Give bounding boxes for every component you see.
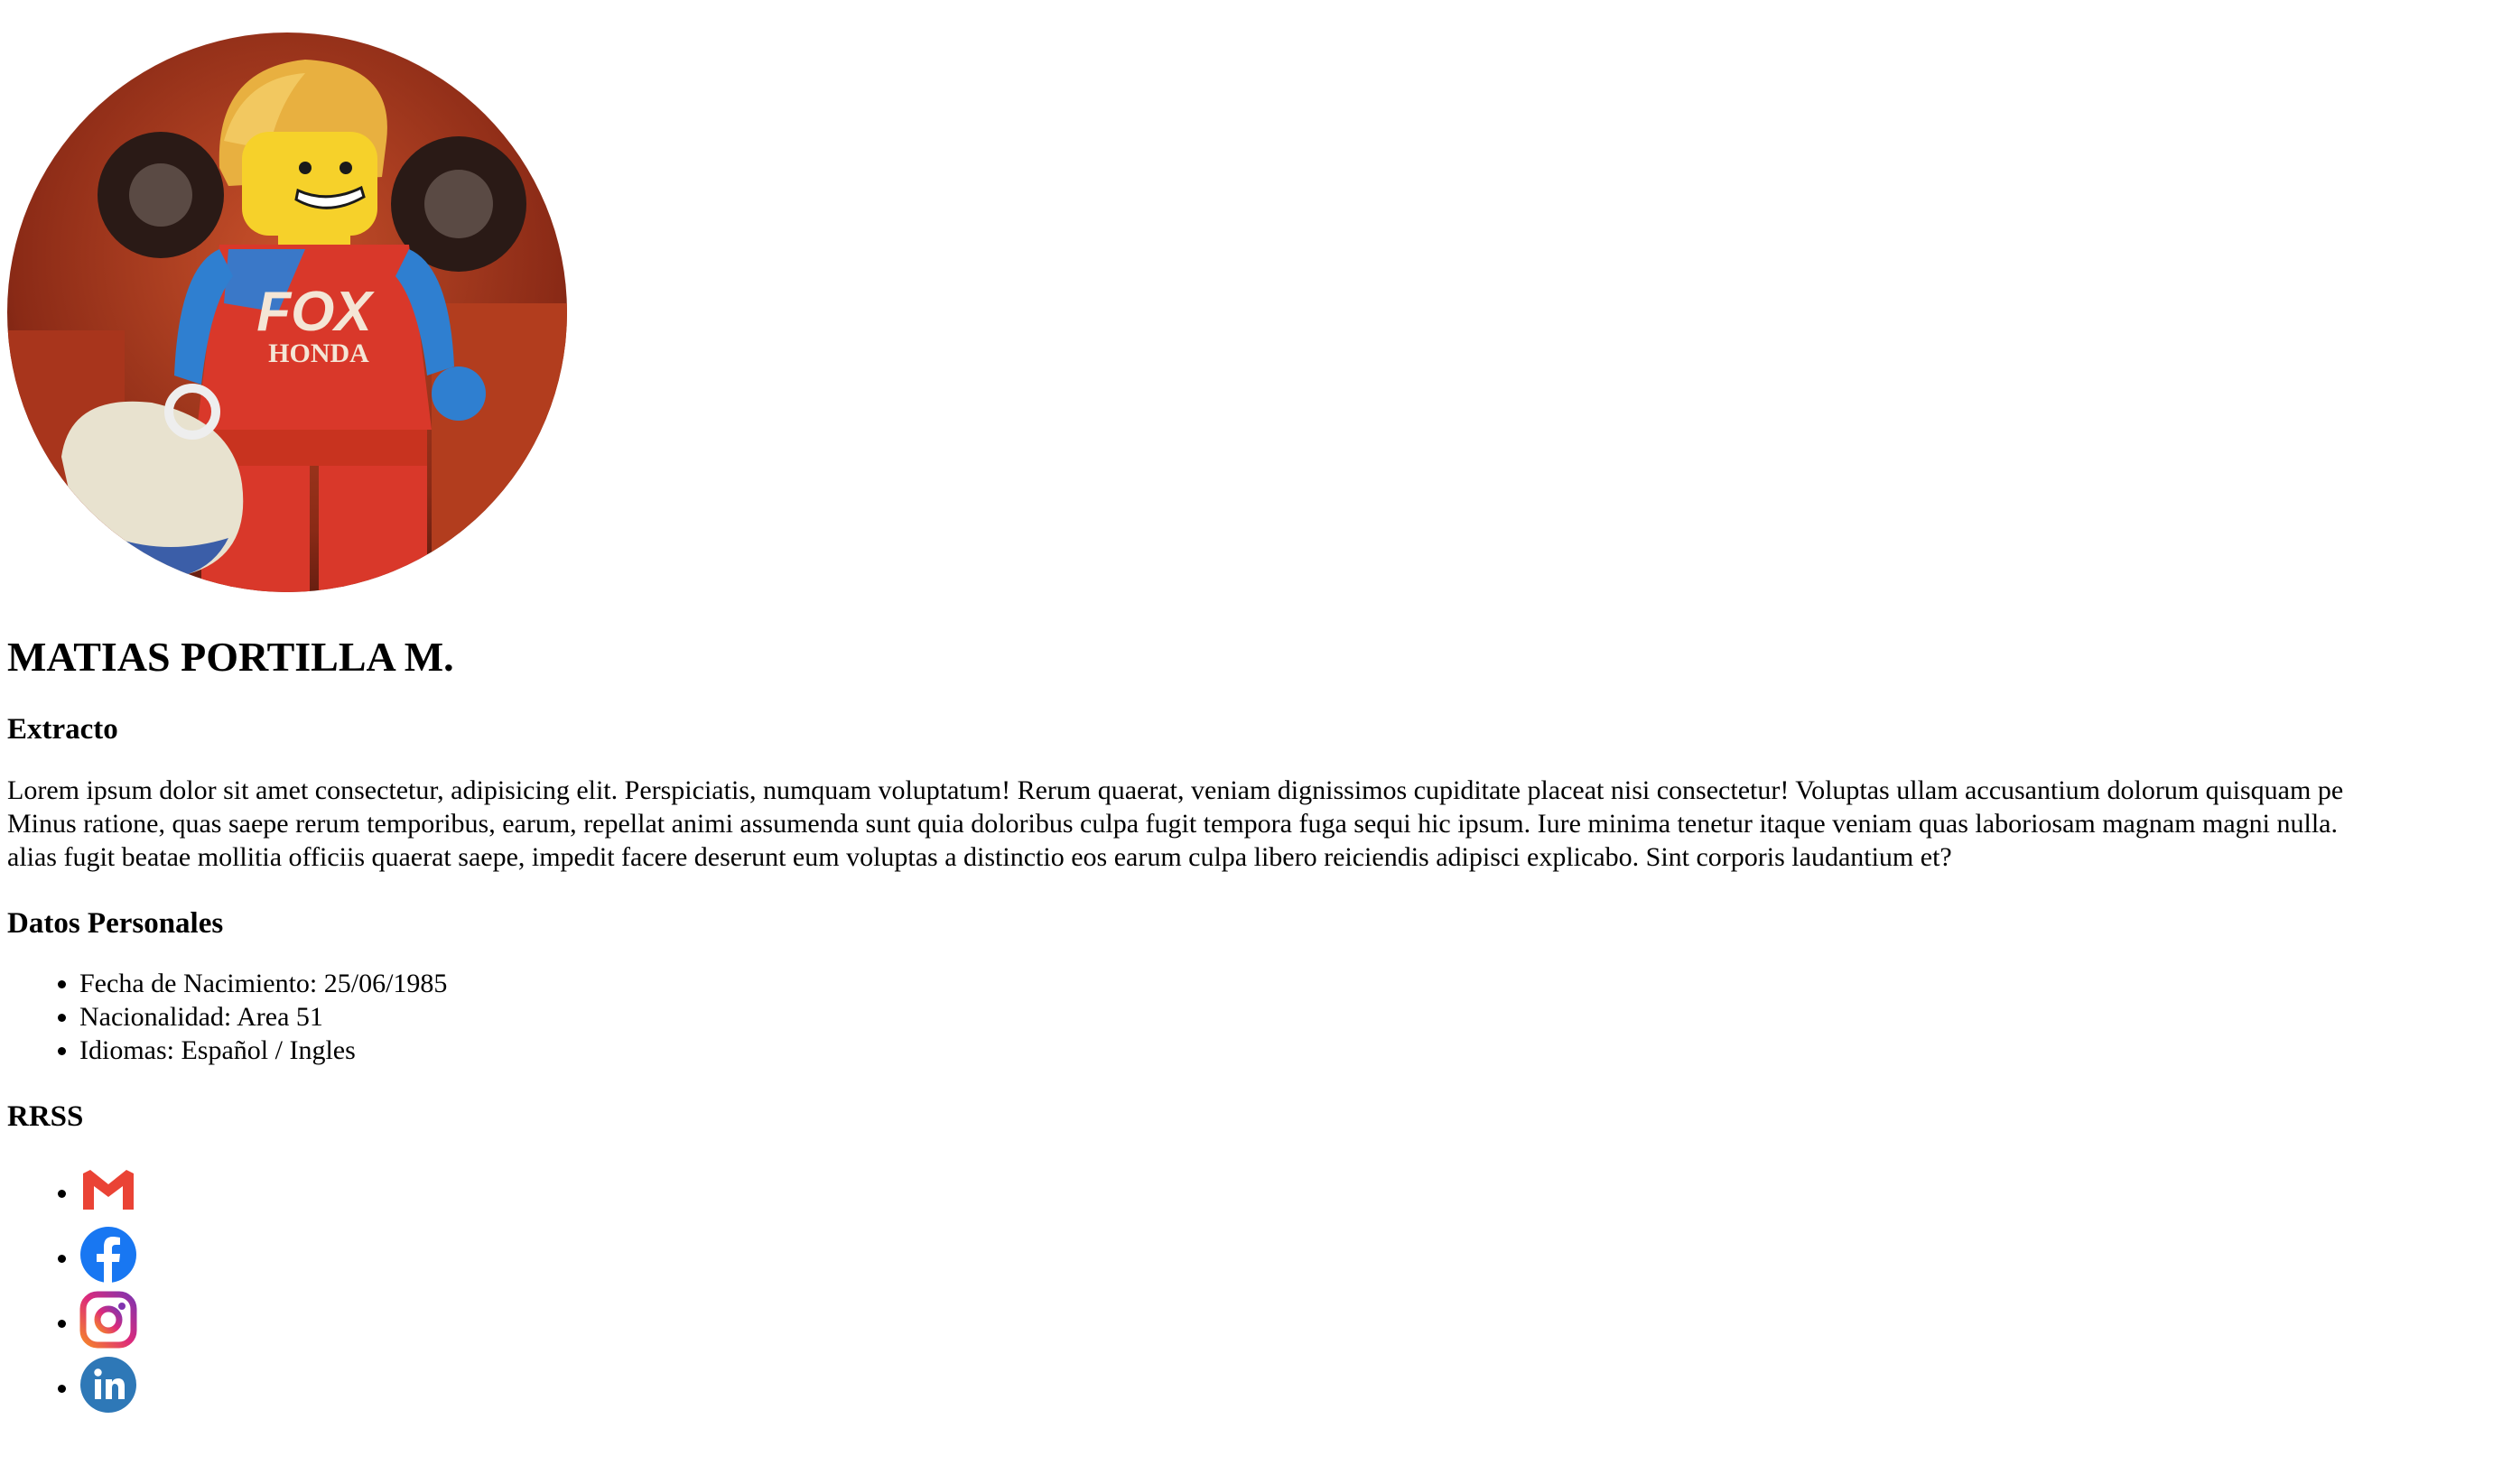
gmail-icon[interactable] xyxy=(79,1161,137,1219)
profile-avatar: FOX HONDA xyxy=(7,32,567,592)
instagram-icon[interactable] xyxy=(79,1291,137,1349)
lego-figure-photo: FOX HONDA xyxy=(7,32,567,592)
extract-line: Lorem ipsum dolor sit amet consectetur, … xyxy=(7,774,2344,805)
profile-name: MATIAS PORTILLA M. xyxy=(7,634,454,680)
list-item-languages: Idiomas: Español / Ingles xyxy=(79,1034,2486,1067)
list-item-birthdate: Fecha de Nacimiento: 25/06/1985 xyxy=(79,967,2486,1000)
personal-data-heading: Datos Personales xyxy=(7,906,224,940)
linkedin-icon[interactable] xyxy=(79,1356,137,1414)
social-item-instagram xyxy=(79,1291,2486,1356)
svg-text:HONDA: HONDA xyxy=(268,339,369,368)
extract-line: Minus ratione, quas saepe rerum temporib… xyxy=(7,808,2338,839)
social-item-gmail xyxy=(79,1161,2486,1226)
extract-line: alias fugit beatae mollitia officiis qua… xyxy=(7,841,1952,872)
list-item-nationality: Nacionalidad: Area 51 xyxy=(79,1000,2486,1034)
extract-heading: Extracto xyxy=(7,713,118,747)
personal-data-list: Fecha de Nacimiento: 25/06/1985 Nacional… xyxy=(7,967,2486,1067)
page: FOX HONDA MATIAS PORTILLA M. Extracto Lo… xyxy=(0,0,2493,1421)
social-item-facebook xyxy=(79,1226,2486,1291)
facebook-icon[interactable] xyxy=(79,1226,137,1284)
social-heading: RRSS xyxy=(7,1100,84,1134)
social-item-linkedin xyxy=(79,1356,2486,1421)
social-list xyxy=(7,1161,2486,1421)
extract-paragraph: Lorem ipsum dolor sit amet consectetur, … xyxy=(7,774,2493,874)
svg-text:FOX: FOX xyxy=(256,281,375,343)
